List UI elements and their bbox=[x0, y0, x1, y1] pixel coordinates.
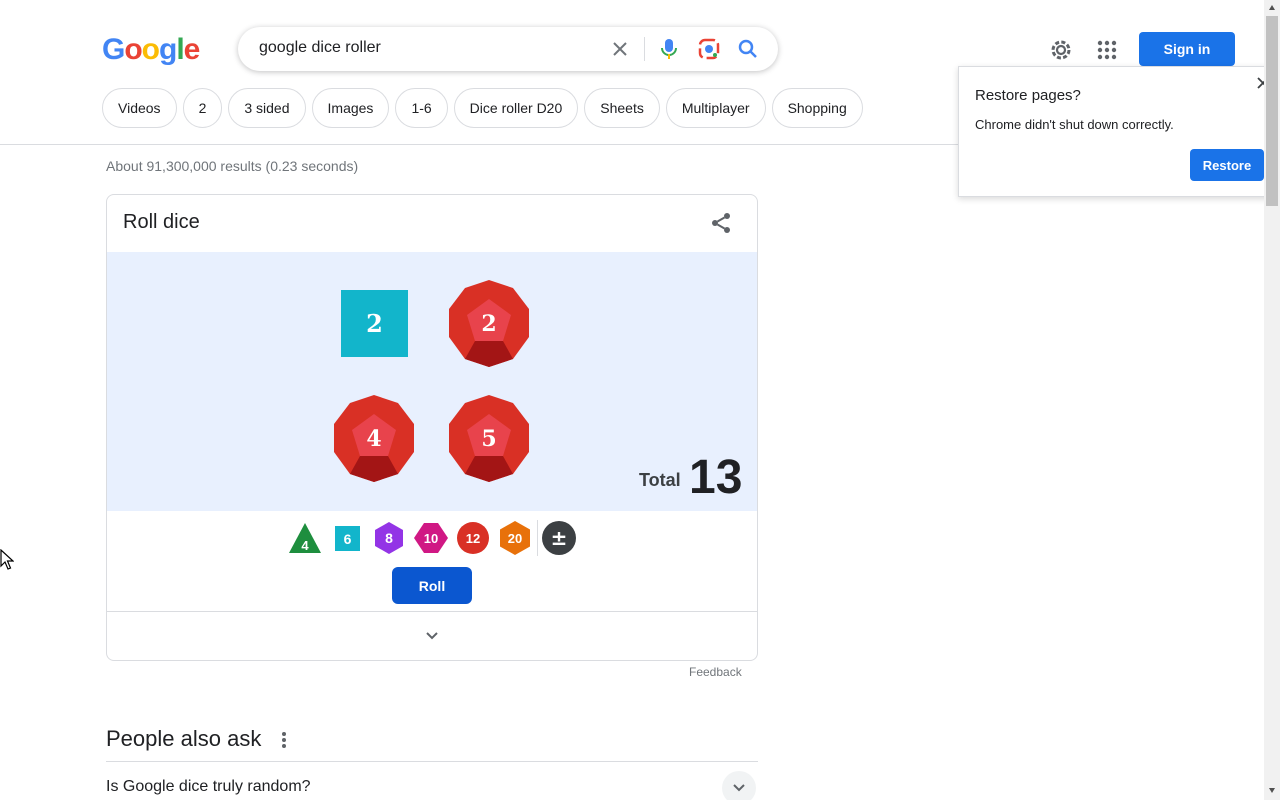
svg-text:20: 20 bbox=[508, 531, 522, 546]
restore-button[interactable]: Restore bbox=[1190, 149, 1264, 181]
restore-pages-popup: Restore pages? Chrome didn't shut down c… bbox=[958, 66, 1280, 197]
modifier-plus-minus-button[interactable]: ± bbox=[541, 520, 577, 556]
chip-shopping[interactable]: Shopping bbox=[771, 88, 863, 128]
die-value: 4 bbox=[366, 426, 381, 452]
d12-die: 5 bbox=[449, 395, 529, 482]
d12-die: 2 bbox=[449, 280, 529, 367]
picker-divider bbox=[537, 520, 538, 556]
scroll-thumb[interactable] bbox=[1266, 16, 1278, 206]
add-d12-button[interactable]: 12 bbox=[455, 520, 491, 556]
share-icon[interactable] bbox=[709, 211, 733, 235]
paa-divider bbox=[106, 761, 758, 762]
die-value: 2 bbox=[481, 311, 496, 337]
chip-3-sided[interactable]: 3 sided bbox=[228, 88, 306, 128]
svg-text:4: 4 bbox=[301, 538, 309, 553]
google-apps-icon[interactable] bbox=[1095, 38, 1119, 62]
die-value: 2 bbox=[366, 309, 383, 338]
chip-dice-roller-d20[interactable]: Dice roller D20 bbox=[453, 88, 579, 128]
search-divider bbox=[644, 37, 645, 61]
roll-button[interactable]: Roll bbox=[392, 567, 472, 604]
search-filter-chips: Videos 2 3 sided Images 1-6 Dice roller … bbox=[102, 88, 863, 128]
feedback-link[interactable]: Feedback bbox=[689, 665, 742, 679]
results-count: About 91,300,000 results (0.23 seconds) bbox=[106, 158, 359, 174]
dice-stage[interactable]: 2 2 4 5 Total 13 bbox=[107, 252, 757, 511]
chip-1-6[interactable]: 1-6 bbox=[395, 88, 448, 128]
more-options-icon[interactable] bbox=[276, 729, 292, 751]
sign-in-button[interactable]: Sign in bbox=[1139, 32, 1235, 66]
search-icon[interactable] bbox=[736, 37, 760, 61]
die-value: 5 bbox=[481, 426, 496, 452]
card-title: Roll dice bbox=[123, 211, 200, 233]
dice-roller-card: Roll dice 2 2 4 5 Total 13 4 6 8 10 12 2… bbox=[106, 194, 758, 661]
chip-sheets[interactable]: Sheets bbox=[584, 88, 660, 128]
svg-text:12: 12 bbox=[466, 531, 480, 546]
chip-multiplayer[interactable]: Multiplayer bbox=[665, 88, 766, 128]
search-input[interactable]: google dice roller bbox=[259, 39, 381, 57]
mouse-cursor-icon bbox=[0, 549, 14, 570]
logo-letter: o bbox=[124, 33, 142, 66]
add-d6-button[interactable]: 6 bbox=[329, 520, 365, 556]
restore-message: Chrome didn't shut down correctly. bbox=[975, 117, 1174, 132]
svg-text:10: 10 bbox=[424, 531, 438, 546]
paa-chevron-down-icon[interactable] bbox=[722, 771, 756, 800]
svg-text:±: ± bbox=[551, 526, 568, 550]
lens-icon[interactable] bbox=[697, 37, 721, 61]
microphone-icon[interactable] bbox=[657, 37, 681, 61]
chip-2[interactable]: 2 bbox=[182, 88, 223, 128]
scroll-down-arrow-icon[interactable] bbox=[1268, 786, 1276, 794]
add-d4-button[interactable]: 4 bbox=[287, 520, 323, 556]
chip-videos[interactable]: Videos bbox=[102, 88, 177, 128]
scroll-up-arrow-icon[interactable] bbox=[1268, 4, 1276, 12]
logo-letter: e bbox=[183, 33, 201, 66]
svg-text:6: 6 bbox=[344, 531, 352, 547]
add-d20-button[interactable]: 20 bbox=[497, 520, 533, 556]
card-divider bbox=[107, 611, 757, 612]
total-value: 13 bbox=[689, 451, 743, 504]
d12-die: 4 bbox=[334, 395, 414, 482]
logo-letter: l bbox=[176, 33, 184, 66]
vertical-scrollbar[interactable] bbox=[1264, 0, 1280, 800]
add-d8-button[interactable]: 8 bbox=[371, 520, 407, 556]
svg-text:8: 8 bbox=[385, 530, 393, 546]
chip-images[interactable]: Images bbox=[311, 88, 390, 128]
paa-question[interactable]: Is Google dice truly random? bbox=[106, 778, 311, 796]
google-logo[interactable]: Google bbox=[102, 33, 201, 67]
logo-letter: o bbox=[141, 33, 160, 66]
clear-icon[interactable] bbox=[608, 37, 632, 61]
settings-gear-icon[interactable] bbox=[1048, 37, 1074, 63]
d6-die: 2 bbox=[341, 290, 408, 357]
add-d10-button[interactable]: 10 bbox=[413, 520, 449, 556]
restore-title: Restore pages? bbox=[975, 87, 1081, 104]
expand-chevron-icon[interactable] bbox=[421, 625, 443, 647]
total-label: Total bbox=[639, 470, 681, 490]
logo-letter: g bbox=[159, 33, 177, 66]
people-also-ask-title: People also ask bbox=[106, 726, 262, 751]
dice-picker: 4 6 8 10 12 20 ± bbox=[287, 520, 587, 556]
search-box[interactable]: google dice roller bbox=[238, 27, 778, 71]
logo-letter: G bbox=[102, 33, 125, 66]
